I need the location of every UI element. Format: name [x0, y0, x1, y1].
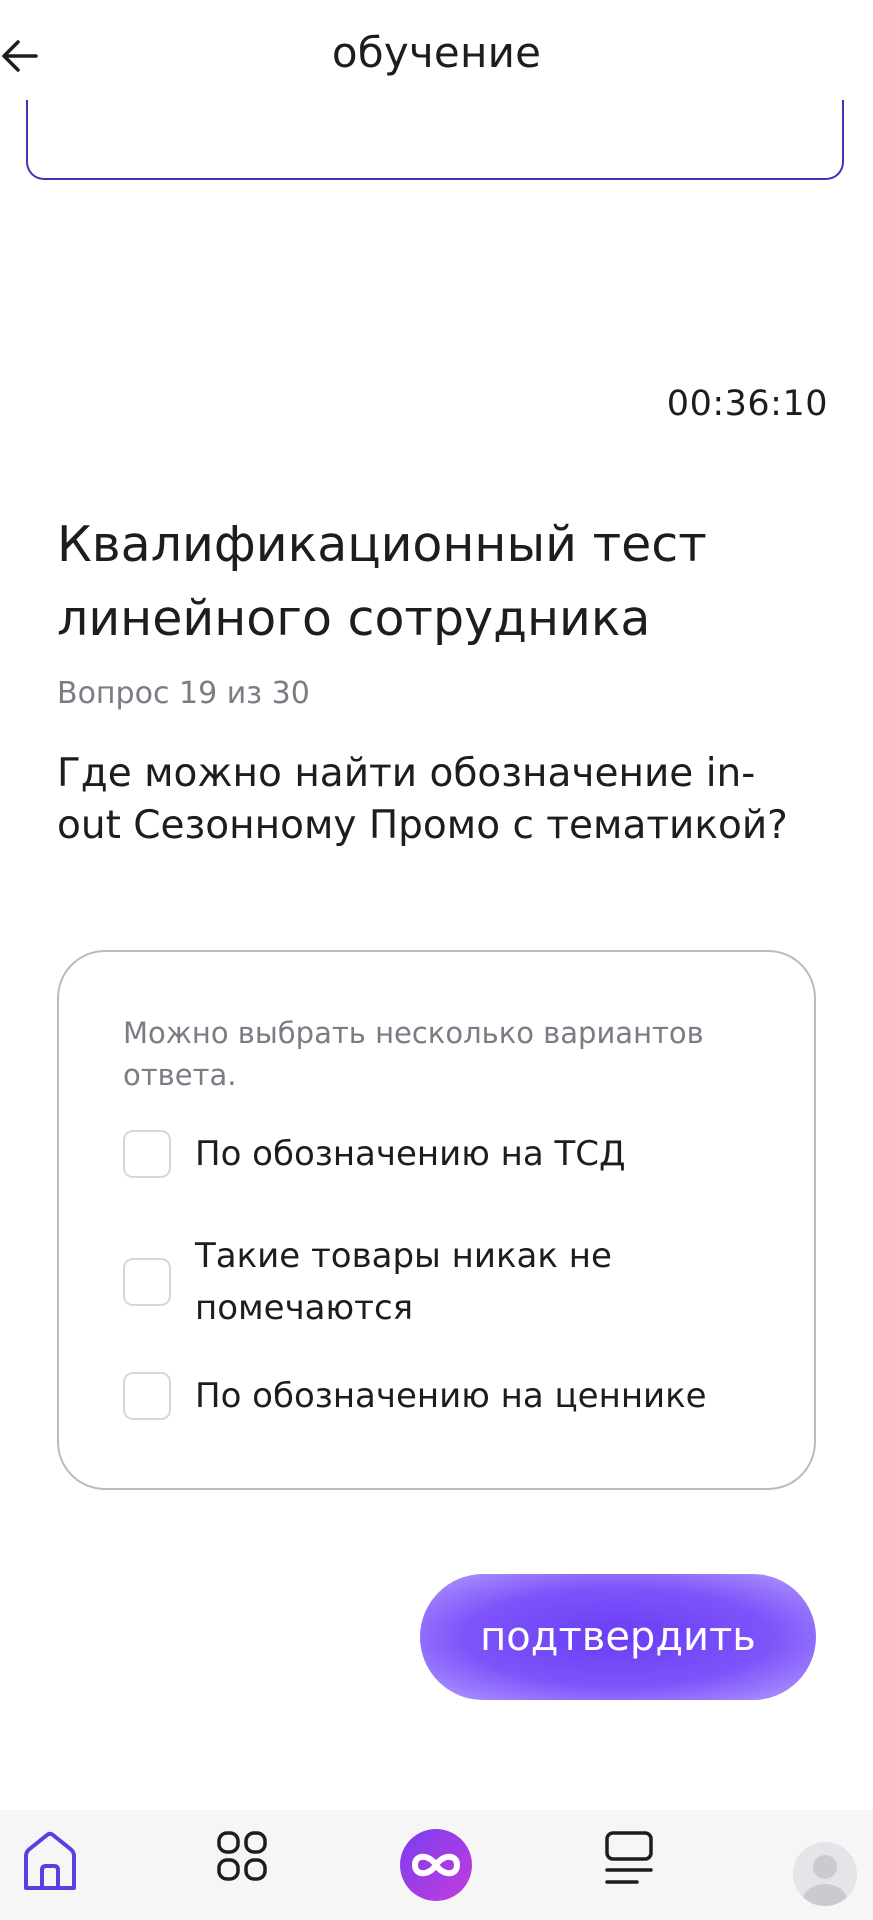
answers-card: Можно выбрать несколько вариантов ответа… — [57, 950, 816, 1490]
answer-option-2[interactable]: Такие товары никак не помечаются — [123, 1230, 755, 1334]
nav-profile[interactable] — [780, 1830, 870, 1920]
checkbox[interactable] — [123, 1258, 171, 1306]
previous-card-edge — [26, 100, 844, 180]
infinity-icon — [400, 1829, 472, 1901]
question-text: Где можно найти обозначение in-out Сезон… — [57, 751, 788, 848]
page-title: обучение — [331, 28, 542, 77]
answer-option-1[interactable]: По обозначению на ТСД — [123, 1128, 755, 1180]
nav-home[interactable] — [5, 1830, 95, 1920]
app-header: обучение — [0, 0, 873, 112]
apps-grid-icon — [217, 1831, 267, 1881]
question-counter: Вопрос 19 из 30 — [57, 676, 310, 711]
profile-avatar-icon — [793, 1842, 857, 1906]
bottom-navigation — [0, 1810, 873, 1920]
checkbox[interactable] — [123, 1372, 171, 1420]
nav-courses[interactable] — [584, 1830, 674, 1920]
test-timer: 00:36:10 — [666, 384, 828, 424]
nav-services[interactable] — [197, 1830, 287, 1920]
answer-option-3[interactable]: По обозначению на ценнике — [123, 1370, 755, 1422]
answer-label: По обозначению на ТСД — [195, 1134, 626, 1174]
courses-icon — [605, 1831, 653, 1884]
home-icon — [24, 1831, 76, 1890]
answer-label: По обозначению на ценнике — [195, 1376, 707, 1416]
nav-main[interactable] — [391, 1820, 481, 1910]
test-title: Квалификационный тест линейного сотрудни… — [57, 516, 707, 647]
multi-select-hint: Можно выбрать несколько вариантов ответа… — [123, 1016, 704, 1092]
confirm-button[interactable]: подтвердить — [420, 1574, 816, 1700]
checkbox[interactable] — [123, 1130, 171, 1178]
answer-label: Такие товары никак не помечаются — [195, 1236, 612, 1328]
